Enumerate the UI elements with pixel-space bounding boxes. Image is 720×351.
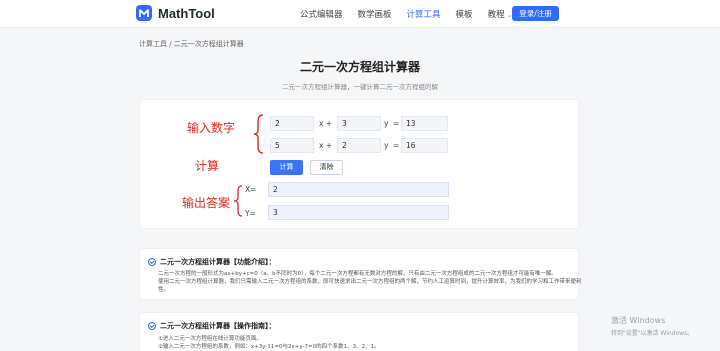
info-intro-line-2: 使用二元一次方程组计算器，我们只需输入二元一次方程组的系数，即可快速求出二元一次…: [158, 279, 582, 285]
info-intro-title: 二元一次方程组计算器【功能介绍】：: [160, 258, 276, 266]
brace-input-icon: [253, 114, 264, 154]
annotation-input-numbers: 输入数字: [187, 121, 236, 135]
info-intro-header: 二元一次方程组计算器【功能介绍】：: [148, 257, 276, 267]
nav-item-formula-editor[interactable]: 公式编辑器: [300, 8, 343, 20]
nav-item-tutorials[interactable]: 教程 ⌄: [488, 8, 513, 20]
eq2-equals: =: [393, 141, 400, 150]
nav-item-math-board[interactable]: 数学画板: [358, 8, 392, 20]
eq1-coef-b-input[interactable]: 3: [337, 116, 381, 131]
page-subtitle: 二元一次方程组计算器，一键计算二元一次方程组的解: [282, 83, 438, 91]
logo[interactable]: MathTool: [136, 5, 215, 21]
breadcrumb: 计算工具 / 二元一次方程组计算器: [139, 40, 244, 48]
output-y-label: Y=: [245, 209, 256, 218]
login-button[interactable]: 登录/注册: [512, 6, 559, 21]
info-guide-title: 二元一次方程组计算器【操作指南】：: [160, 322, 276, 330]
calculate-button[interactable]: 计算: [270, 160, 303, 175]
info-intro-line-1: 二元一次方程的一般形式为ax+by+c=0（a、b不同时为0），每个二元一次方程…: [158, 271, 557, 277]
eq2-coef-b-input[interactable]: 2: [337, 138, 381, 153]
brace-output-icon: [233, 185, 243, 217]
eq1-equals: =: [393, 119, 400, 128]
output-x-label: X=: [245, 185, 257, 194]
nav-item-templates[interactable]: 模板: [456, 8, 473, 20]
eq1-coef-a-input[interactable]: 2: [270, 116, 314, 131]
check-circle-icon: [148, 322, 156, 330]
nav-item-calc-tools[interactable]: 计算工具: [407, 8, 441, 20]
eq1-y: y: [384, 119, 389, 128]
info-guide-header: 二元一次方程组计算器【操作指南】：: [148, 321, 276, 331]
check-circle-icon: [148, 258, 156, 266]
logo-icon: [136, 5, 152, 21]
eq1-const-c-input[interactable]: 13: [401, 116, 448, 131]
info-card-intro: 二元一次方程组计算器【功能介绍】： 二元一次方程的一般形式为ax+by+c=0（…: [139, 248, 582, 300]
page-title: 二元一次方程组计算器: [299, 60, 420, 74]
output-y-field: 3: [268, 205, 449, 220]
annotation-output-answer: 输出答案: [182, 196, 231, 210]
output-x-field: 2: [268, 182, 449, 197]
eq2-coef-a-input[interactable]: 5: [270, 138, 314, 153]
clear-button[interactable]: 清除: [310, 160, 343, 175]
logo-text: MathTool: [158, 5, 215, 21]
annotation-calculate: 计算: [195, 159, 220, 173]
watermark-line-1: 激活 Windows: [611, 316, 666, 325]
top-navbar: MathTool 公式编辑器 数学画板 计算工具 模板 教程 ⌄ 登录/注册: [0, 0, 720, 28]
eq2-y: y: [384, 141, 389, 150]
info-guide-line-2: ②输入二元一次方程组的系数，例如：x+3y-11=0与2x+y-7=0的四个系数…: [158, 344, 380, 350]
info-guide-line-1: ①进入二元一次方程组在线计算功能页面。: [158, 336, 262, 342]
nav-item-tutorials-label: 教程: [487, 10, 505, 20]
info-intro-line-3: 性。: [158, 287, 170, 293]
eq2-const-c-input[interactable]: 16: [401, 138, 448, 153]
watermark-line-2: 转到"设置"以激活 Windows。: [611, 330, 694, 337]
eq1-x-plus: x +: [319, 119, 333, 128]
info-card-guide: 二元一次方程组计算器【操作指南】： ①进入二元一次方程组在线计算功能页面。 ②输…: [139, 312, 579, 351]
windows-activation-watermark: 激活 Windows 转到"设置"以激活 Windows。: [611, 315, 693, 337]
main-nav: 公式编辑器 数学画板 计算工具 模板 教程 ⌄: [300, 8, 527, 20]
eq2-x-plus: x +: [319, 141, 333, 150]
